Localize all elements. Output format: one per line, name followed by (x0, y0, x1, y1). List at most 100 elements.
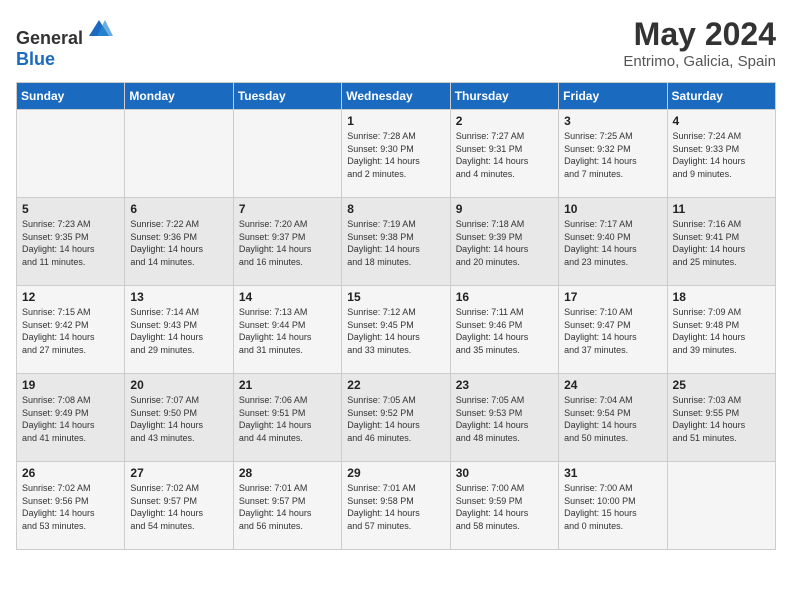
day-info: Sunrise: 7:00 AM Sunset: 10:00 PM Daylig… (564, 482, 661, 532)
day-number: 8 (347, 202, 444, 216)
day-info: Sunrise: 7:12 AM Sunset: 9:45 PM Dayligh… (347, 306, 444, 356)
day-info: Sunrise: 7:01 AM Sunset: 9:57 PM Dayligh… (239, 482, 336, 532)
calendar-cell: 5 Sunrise: 7:23 AM Sunset: 9:35 PM Daylig… (17, 198, 125, 286)
day-number: 29 (347, 466, 444, 480)
calendar-cell (17, 110, 125, 198)
calendar-cell: 25 Sunrise: 7:03 AM Sunset: 9:55 PM Dayli… (667, 374, 775, 462)
calendar-cell: 20Sunrise: 7:07 AM Sunset: 9:50 PM Dayli… (125, 374, 233, 462)
day-info: Sunrise: 7:09 AM Sunset: 9:48 PM Dayligh… (673, 306, 770, 356)
day-header-saturday: Saturday (667, 83, 775, 110)
day-header-friday: Friday (559, 83, 667, 110)
calendar-cell: 2 Sunrise: 7:27 AM Sunset: 9:31 PM Daylig… (450, 110, 558, 198)
day-info: Sunrise: 7:11 AM Sunset: 9:46 PM Dayligh… (456, 306, 553, 356)
calendar-cell (233, 110, 341, 198)
day-info: Sunrise: 7:00 AM Sunset: 9:59 PM Dayligh… (456, 482, 553, 532)
day-number: 18 (673, 290, 770, 304)
calendar-cell: 15 Sunrise: 7:12 AM Sunset: 9:45 PM Dayli… (342, 286, 450, 374)
calendar-cell: 1 Sunrise: 7:28 AM Sunset: 9:30 PM Daylig… (342, 110, 450, 198)
day-info: Sunrise: 7:06 AM Sunset: 9:51 PM Dayligh… (239, 394, 336, 444)
day-info: Sunrise: 7:22 AM Sunset: 9:36 PM Dayligh… (130, 218, 227, 268)
day-info: Sunrise: 7:15 AM Sunset: 9:42 PM Dayligh… (22, 306, 119, 356)
day-info: Sunrise: 7:25 AM Sunset: 9:32 PM Dayligh… (564, 130, 661, 180)
day-info: Sunrise: 7:20 AM Sunset: 9:37 PM Dayligh… (239, 218, 336, 268)
day-info: Sunrise: 7:08 AM Sunset: 9:49 PM Dayligh… (22, 394, 119, 444)
calendar-cell: 10Sunrise: 7:17 AM Sunset: 9:40 PM Dayli… (559, 198, 667, 286)
calendar-cell: 31 Sunrise: 7:00 AM Sunset: 10:00 PM Dayl… (559, 462, 667, 550)
calendar-cell: 16 Sunrise: 7:11 AM Sunset: 9:46 PM Dayli… (450, 286, 558, 374)
day-number: 25 (673, 378, 770, 392)
day-number: 26 (22, 466, 119, 480)
day-number: 15 (347, 290, 444, 304)
day-number: 13 (130, 290, 227, 304)
calendar-cell: 11Sunrise: 7:16 AM Sunset: 9:41 PM Dayli… (667, 198, 775, 286)
calendar-cell: 14 Sunrise: 7:13 AM Sunset: 9:44 PM Dayli… (233, 286, 341, 374)
day-number: 23 (456, 378, 553, 392)
day-info: Sunrise: 7:14 AM Sunset: 9:43 PM Dayligh… (130, 306, 227, 356)
location-title: Entrimo, Galicia, Spain (623, 53, 776, 70)
calendar-cell: 3 Sunrise: 7:25 AM Sunset: 9:32 PM Daylig… (559, 110, 667, 198)
day-number: 7 (239, 202, 336, 216)
day-info: Sunrise: 7:05 AM Sunset: 9:52 PM Dayligh… (347, 394, 444, 444)
calendar-cell: 27 Sunrise: 7:02 AM Sunset: 9:57 PM Dayli… (125, 462, 233, 550)
day-header-tuesday: Tuesday (233, 83, 341, 110)
day-number: 28 (239, 466, 336, 480)
calendar-week-row: 19 Sunrise: 7:08 AM Sunset: 9:49 PM Dayli… (17, 374, 776, 462)
day-number: 31 (564, 466, 661, 480)
calendar-cell: 30Sunrise: 7:00 AM Sunset: 9:59 PM Dayli… (450, 462, 558, 550)
calendar-cell: 23 Sunrise: 7:05 AM Sunset: 9:53 PM Dayli… (450, 374, 558, 462)
day-number: 14 (239, 290, 336, 304)
day-header-wednesday: Wednesday (342, 83, 450, 110)
day-number: 4 (673, 114, 770, 128)
day-number: 5 (22, 202, 119, 216)
day-info: Sunrise: 7:27 AM Sunset: 9:31 PM Dayligh… (456, 130, 553, 180)
day-number: 16 (456, 290, 553, 304)
day-number: 6 (130, 202, 227, 216)
logo-icon (85, 16, 113, 44)
day-info: Sunrise: 7:10 AM Sunset: 9:47 PM Dayligh… (564, 306, 661, 356)
day-header-sunday: Sunday (17, 83, 125, 110)
calendar-week-row: 1 Sunrise: 7:28 AM Sunset: 9:30 PM Daylig… (17, 110, 776, 198)
day-header-thursday: Thursday (450, 83, 558, 110)
day-number: 2 (456, 114, 553, 128)
day-info: Sunrise: 7:02 AM Sunset: 9:57 PM Dayligh… (130, 482, 227, 532)
day-info: Sunrise: 7:16 AM Sunset: 9:41 PM Dayligh… (673, 218, 770, 268)
calendar-cell: 13 Sunrise: 7:14 AM Sunset: 9:43 PM Dayli… (125, 286, 233, 374)
day-info: Sunrise: 7:13 AM Sunset: 9:44 PM Dayligh… (239, 306, 336, 356)
calendar-cell (667, 462, 775, 550)
day-info: Sunrise: 7:18 AM Sunset: 9:39 PM Dayligh… (456, 218, 553, 268)
day-info: Sunrise: 7:28 AM Sunset: 9:30 PM Dayligh… (347, 130, 444, 180)
calendar-week-row: 5 Sunrise: 7:23 AM Sunset: 9:35 PM Daylig… (17, 198, 776, 286)
calendar-cell: 29 Sunrise: 7:01 AM Sunset: 9:58 PM Dayli… (342, 462, 450, 550)
month-title: May 2024 (623, 16, 776, 53)
day-info: Sunrise: 7:04 AM Sunset: 9:54 PM Dayligh… (564, 394, 661, 444)
logo-blue-text: Blue (16, 49, 55, 69)
calendar-cell: 26 Sunrise: 7:02 AM Sunset: 9:56 PM Dayli… (17, 462, 125, 550)
day-number: 22 (347, 378, 444, 392)
day-info: Sunrise: 7:07 AM Sunset: 9:50 PM Dayligh… (130, 394, 227, 444)
calendar-cell: 21 Sunrise: 7:06 AM Sunset: 9:51 PM Dayli… (233, 374, 341, 462)
calendar-cell: 24Sunrise: 7:04 AM Sunset: 9:54 PM Dayli… (559, 374, 667, 462)
calendar-cell (125, 110, 233, 198)
day-number: 10 (564, 202, 661, 216)
day-number: 27 (130, 466, 227, 480)
day-info: Sunrise: 7:05 AM Sunset: 9:53 PM Dayligh… (456, 394, 553, 444)
calendar-cell: 22 Sunrise: 7:05 AM Sunset: 9:52 PM Dayli… (342, 374, 450, 462)
day-number: 17 (564, 290, 661, 304)
calendar-table: SundayMondayTuesdayWednesdayThursdayFrid… (16, 82, 776, 550)
day-info: Sunrise: 7:01 AM Sunset: 9:58 PM Dayligh… (347, 482, 444, 532)
day-info: Sunrise: 7:02 AM Sunset: 9:56 PM Dayligh… (22, 482, 119, 532)
calendar-cell: 8 Sunrise: 7:19 AM Sunset: 9:38 PM Daylig… (342, 198, 450, 286)
day-number: 1 (347, 114, 444, 128)
calendar-cell: 4Sunrise: 7:24 AM Sunset: 9:33 PM Daylig… (667, 110, 775, 198)
day-number: 3 (564, 114, 661, 128)
day-info: Sunrise: 7:19 AM Sunset: 9:38 PM Dayligh… (347, 218, 444, 268)
day-info: Sunrise: 7:23 AM Sunset: 9:35 PM Dayligh… (22, 218, 119, 268)
title-block: May 2024 Entrimo, Galicia, Spain (623, 16, 776, 70)
calendar-cell: 12Sunrise: 7:15 AM Sunset: 9:42 PM Dayli… (17, 286, 125, 374)
day-number: 19 (22, 378, 119, 392)
day-number: 9 (456, 202, 553, 216)
day-header-monday: Monday (125, 83, 233, 110)
day-number: 21 (239, 378, 336, 392)
calendar-cell: 7 Sunrise: 7:20 AM Sunset: 9:37 PM Daylig… (233, 198, 341, 286)
day-info: Sunrise: 7:03 AM Sunset: 9:55 PM Dayligh… (673, 394, 770, 444)
